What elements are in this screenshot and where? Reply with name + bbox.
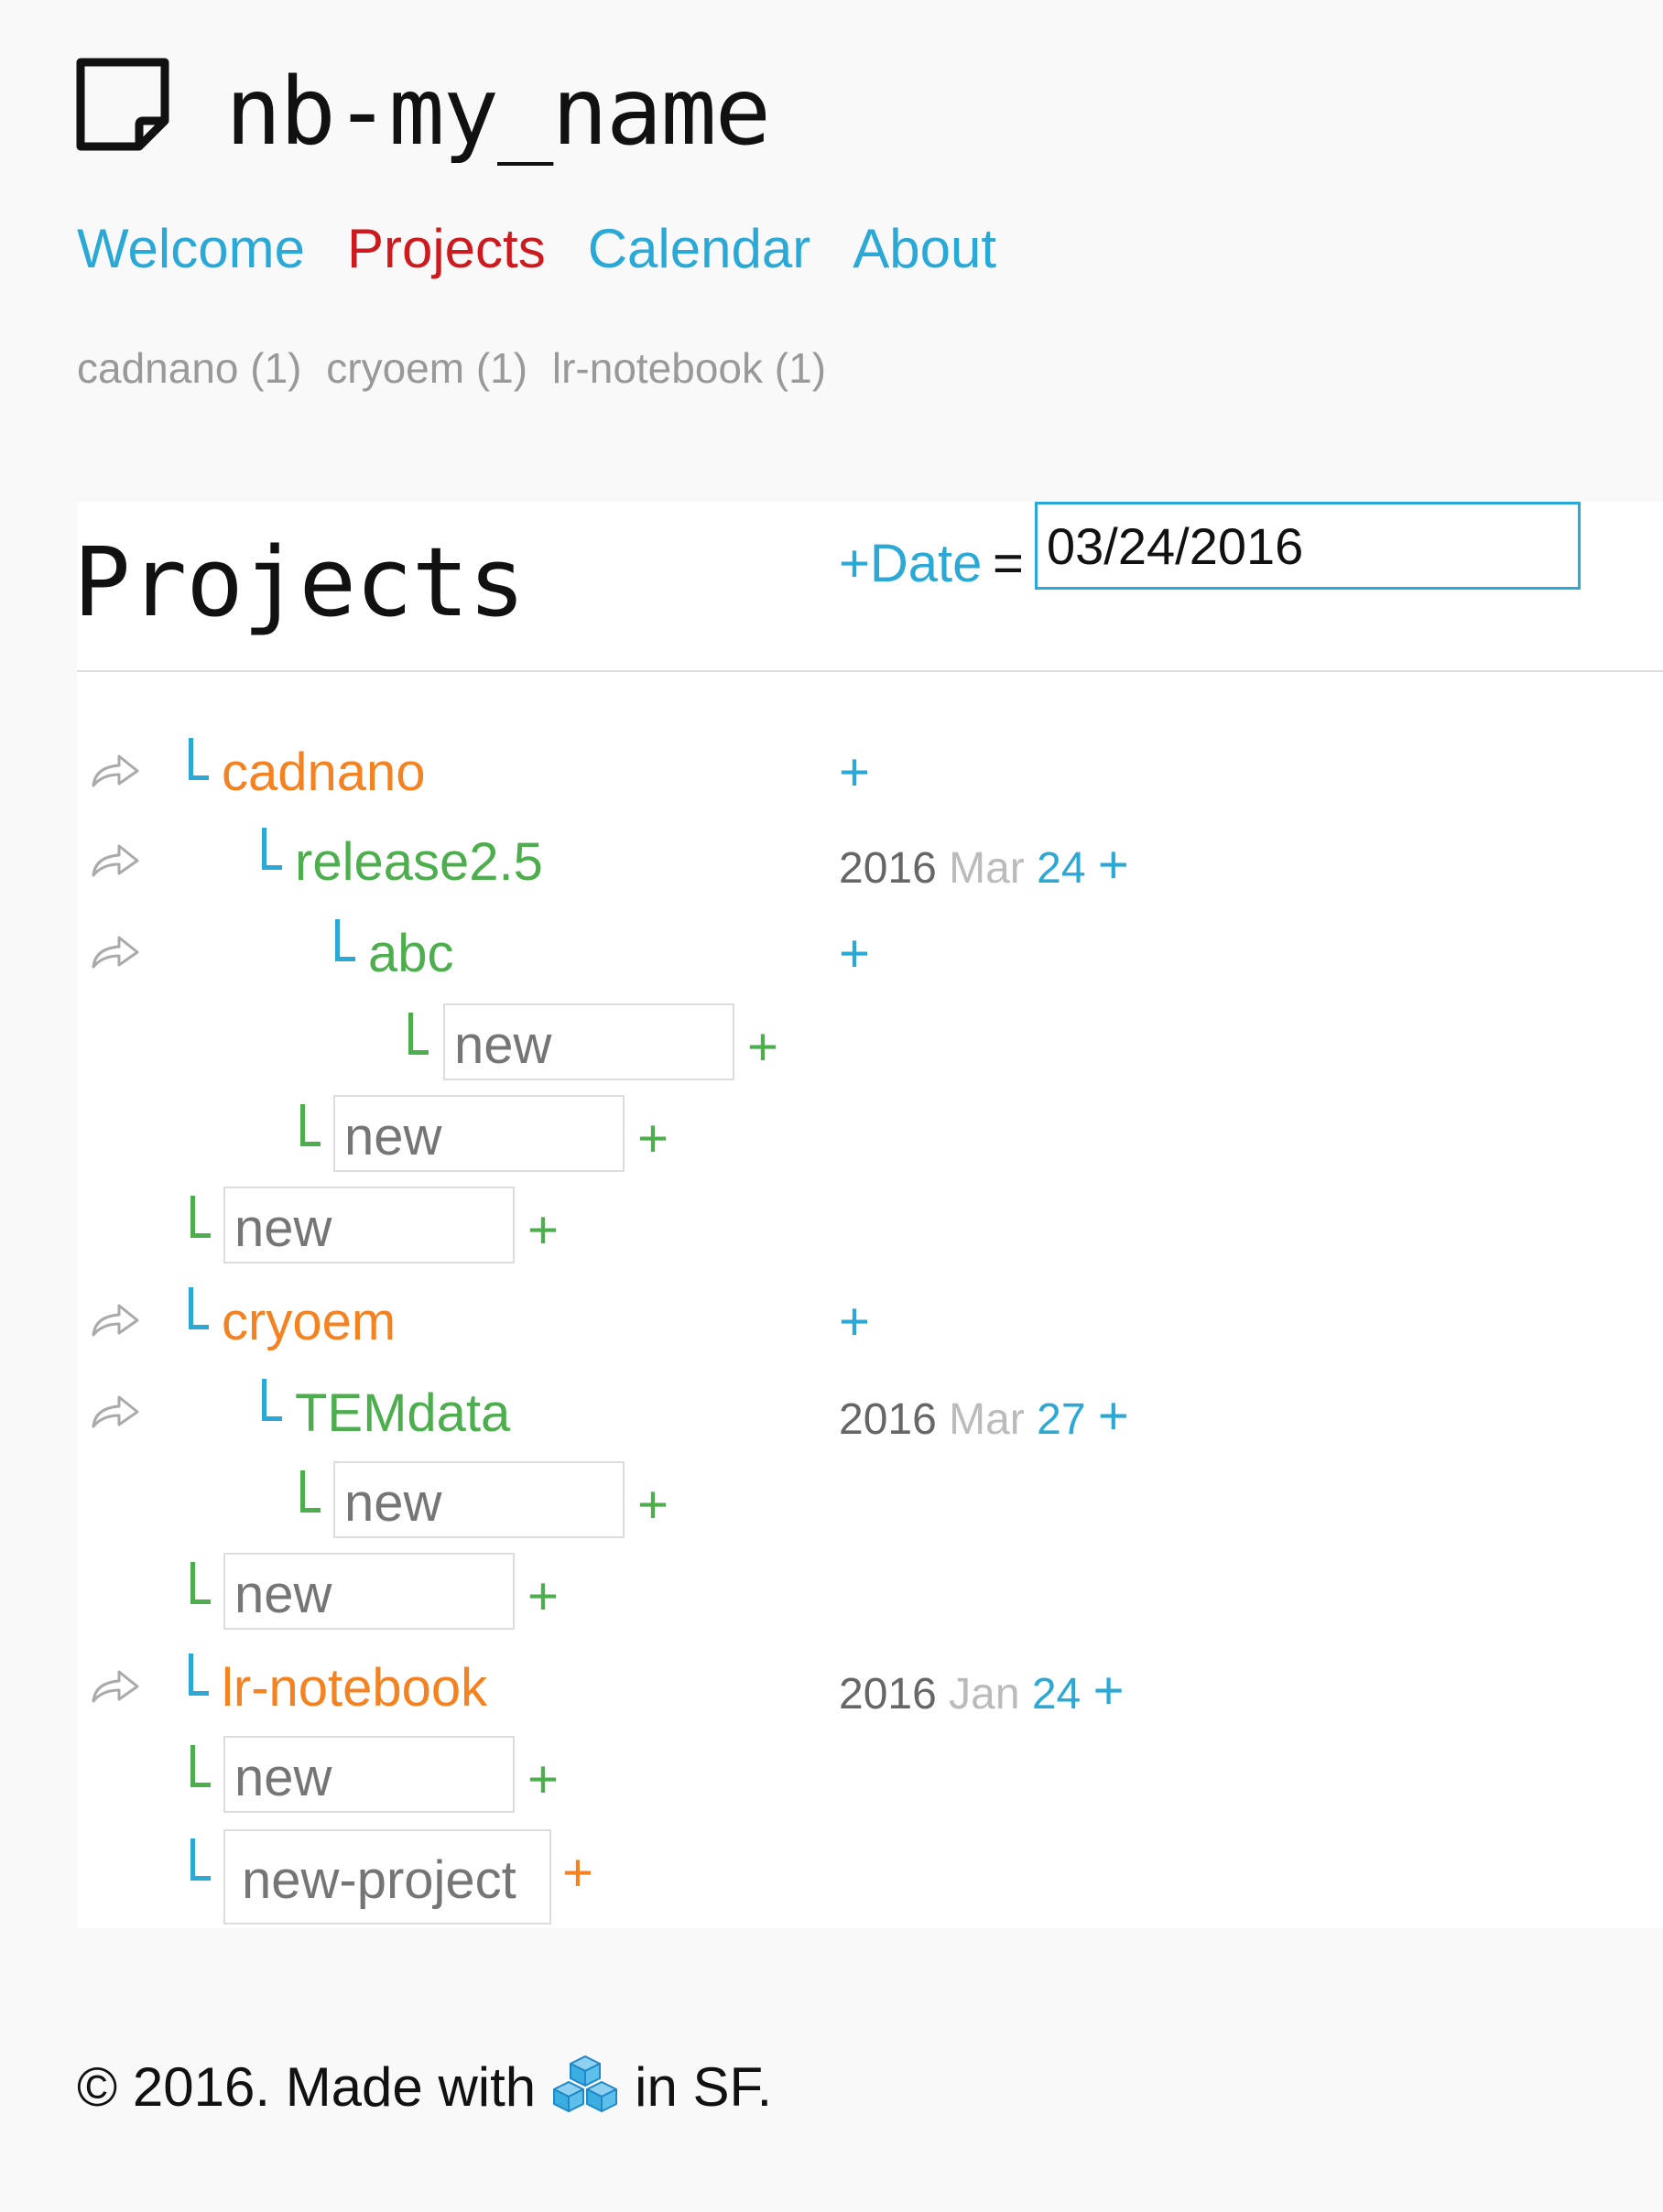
node-name-release2.5[interactable]: release2.5 [295, 830, 543, 895]
projects-panel: Projects +Date = cadnano + release2.5 20… [73, 502, 1663, 1928]
add-button[interactable]: + [839, 921, 870, 987]
tree-row-new: + [77, 1549, 1663, 1641]
date-day[interactable]: 24 [1037, 844, 1085, 893]
divider [77, 670, 1663, 672]
new-node-input[interactable] [223, 1553, 515, 1630]
tree-connector [262, 1379, 282, 1421]
add-button[interactable]: + [637, 1106, 668, 1172]
tag-lr-notebook[interactable]: lr-notebook (1) [552, 344, 826, 392]
add-button[interactable]: + [527, 1564, 559, 1630]
tag-list: cadnano (1) cryoem (1) lr-notebook (1) [77, 341, 839, 396]
date-year: 2016 [839, 844, 937, 893]
share-icon[interactable] [90, 753, 141, 789]
add-button[interactable]: + [839, 740, 870, 806]
node-name-abc[interactable]: abc [368, 921, 454, 987]
project-name-cryoem[interactable]: cryoem [222, 1289, 396, 1355]
tree-row-new: + [77, 1091, 1663, 1183]
date-label[interactable]: +Date [839, 520, 982, 608]
project-name-cadnano[interactable]: cadnano [222, 740, 426, 806]
tree-row-temdata: TEMdata 2016 Mar 27 + [77, 1366, 1663, 1458]
tree-row-new: + [77, 1458, 1663, 1549]
tree-connector [190, 1745, 211, 1787]
page-title: Projects [73, 526, 526, 638]
footer: © 2016. Made with in SF. [77, 2051, 772, 2124]
tree-connector [262, 828, 282, 870]
tree-connector [300, 1470, 321, 1513]
add-button[interactable]: + [1098, 1386, 1129, 1446]
tree-row-cadnano: cadnano + [77, 725, 1663, 817]
new-node-input[interactable] [223, 1736, 515, 1813]
date-month: Mar [949, 844, 1025, 893]
new-node-input[interactable] [443, 1003, 734, 1080]
share-icon[interactable] [90, 1668, 141, 1705]
date-input[interactable] [1035, 502, 1581, 590]
node-date: 2016 Mar 27 + [839, 1384, 1129, 1452]
tree-row-new: + [77, 1732, 1663, 1824]
node-date: 2016 Jan 24 + [839, 1659, 1124, 1727]
share-icon[interactable] [90, 1393, 141, 1430]
tree-connector [335, 919, 355, 961]
page: nb-my_name Welcome Projects Calendar Abo… [0, 0, 1663, 2212]
tag-cadnano[interactable]: cadnano (1) [77, 344, 302, 392]
tree-row-release2.5: release2.5 2016 Mar 24 + [77, 815, 1663, 906]
share-icon[interactable] [90, 1302, 141, 1339]
tree-row-new-project: + [77, 1826, 1663, 1925]
date-year: 2016 [839, 1395, 937, 1444]
tree-connector [190, 1196, 211, 1238]
date-month: Mar [949, 1395, 1025, 1444]
add-button[interactable]: + [839, 1289, 870, 1355]
add-button[interactable]: + [747, 1014, 778, 1080]
nav-calendar[interactable]: Calendar [588, 212, 811, 286]
new-project-input[interactable] [223, 1829, 551, 1925]
add-button[interactable]: + [1098, 835, 1129, 895]
add-button[interactable]: + [527, 1198, 559, 1263]
date-month: Jan [949, 1670, 1020, 1719]
tree-connector [408, 1013, 429, 1055]
tree-connector [189, 1654, 209, 1696]
site-title[interactable]: nb-my_name [225, 53, 771, 172]
tree-row-cryoem: cryoem + [77, 1274, 1663, 1366]
tree-row-lr-notebook: lr-notebook 2016 Jan 24 + [77, 1641, 1663, 1732]
nav-projects[interactable]: Projects [347, 212, 546, 286]
new-node-input[interactable] [333, 1095, 625, 1172]
tree-connector [189, 1287, 209, 1329]
project-name-lr-notebook[interactable]: lr-notebook [222, 1655, 487, 1721]
new-node-input[interactable] [333, 1461, 625, 1538]
tag-cryoem[interactable]: cryoem (1) [326, 344, 527, 392]
share-icon[interactable] [90, 934, 141, 970]
nav-welcome[interactable]: Welcome [77, 212, 305, 286]
nav-about[interactable]: About [853, 212, 996, 286]
new-node-input[interactable] [223, 1187, 515, 1263]
cubes-icon[interactable] [549, 2051, 622, 2124]
date-day[interactable]: 24 [1032, 1670, 1081, 1719]
date-day[interactable]: 27 [1037, 1395, 1085, 1444]
date-year: 2016 [839, 1670, 937, 1719]
node-name-temdata[interactable]: TEMdata [295, 1381, 510, 1447]
add-button[interactable]: + [1093, 1661, 1125, 1720]
tree-row-new: + [77, 1183, 1663, 1274]
footer-suffix: in SF. [635, 2056, 773, 2118]
add-button[interactable]: + [527, 1747, 559, 1813]
main-nav: Welcome Projects Calendar About [77, 212, 996, 286]
tree-connector [300, 1104, 321, 1146]
tree-connector [190, 1562, 211, 1604]
add-button[interactable]: + [637, 1472, 668, 1538]
add-project-button[interactable]: + [562, 1840, 593, 1906]
tree-row-abc: abc + [77, 906, 1663, 998]
footer-prefix: © 2016. Made with [77, 2056, 537, 2118]
tree-connector [190, 1838, 211, 1881]
node-date: 2016 Mar 24 + [839, 833, 1129, 901]
share-icon[interactable] [90, 842, 141, 879]
tree-row-new: + [77, 1000, 1663, 1091]
tree-connector [189, 738, 209, 780]
note-icon[interactable] [75, 57, 170, 152]
date-equals: = [993, 534, 1024, 593]
